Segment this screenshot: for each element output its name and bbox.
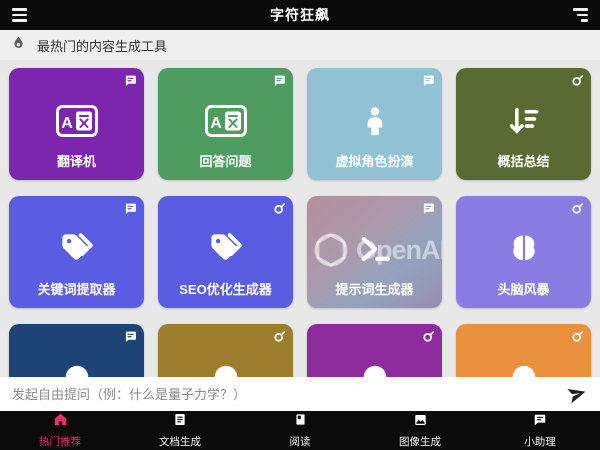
chat-badge-icon bbox=[422, 74, 435, 87]
section-header: 最热门的内容生成工具 bbox=[0, 30, 600, 60]
tool-card-2[interactable]: A 回答问题 bbox=[158, 68, 293, 180]
home-icon bbox=[53, 412, 68, 432]
book-icon bbox=[294, 412, 307, 432]
nav-label: 阅读 bbox=[290, 434, 311, 449]
nav-item-document[interactable]: 文档生成 bbox=[120, 411, 240, 450]
composer-bar bbox=[0, 377, 600, 411]
send-icon[interactable] bbox=[566, 383, 588, 405]
nav-label: 小助理 bbox=[524, 434, 556, 449]
sort-menu-icon[interactable] bbox=[573, 8, 588, 21]
alpha-badge-icon bbox=[273, 330, 286, 343]
hamburger-menu-icon[interactable] bbox=[12, 8, 27, 21]
tool-card-5[interactable]: 关键词提取器 bbox=[9, 196, 144, 308]
tool-card-8[interactable]: 头脑风暴 bbox=[456, 196, 591, 308]
chat-badge-icon bbox=[422, 202, 435, 215]
nav-item-home[interactable]: 热门推荐 bbox=[0, 411, 120, 450]
tool-card-1[interactable]: A 翻译机 bbox=[9, 68, 144, 180]
alpha-badge-icon bbox=[571, 202, 584, 215]
alpha-badge-icon bbox=[422, 330, 435, 343]
tool-card-title: 概括总结 bbox=[458, 151, 589, 170]
tool-card-7[interactable]: OpenAI提示词生成器 bbox=[307, 196, 442, 308]
nav-label: 热门推荐 bbox=[39, 434, 81, 449]
tool-card-title: 虚拟角色扮演 bbox=[309, 151, 440, 170]
app-root: 字符狂飙 最热门的内容生成工具 A 翻译机 A 回答问题虚拟角色扮演概括总结关键词提取… bbox=[0, 0, 600, 450]
bottom-nav: 热门推荐 文档生成 阅读 图像生成 小助理 bbox=[0, 411, 600, 450]
tool-card-title: 关键词提取器 bbox=[11, 279, 142, 298]
translate-icon: A bbox=[9, 90, 144, 152]
svg-text:A: A bbox=[61, 115, 73, 132]
tags-icon bbox=[9, 218, 144, 280]
tool-card-title: 翻译机 bbox=[11, 151, 142, 170]
flame-icon bbox=[11, 35, 26, 56]
chat-badge-icon bbox=[124, 74, 137, 87]
image-icon bbox=[413, 413, 428, 432]
nav-label: 图像生成 bbox=[399, 434, 441, 449]
tool-card-title: 头脑风暴 bbox=[458, 279, 589, 298]
alpha-badge-icon bbox=[571, 74, 584, 87]
document-icon bbox=[173, 412, 187, 432]
chat-badge-icon bbox=[124, 330, 137, 343]
question-input[interactable] bbox=[12, 387, 566, 402]
nav-item-image[interactable]: 图像生成 bbox=[360, 411, 480, 450]
nav-label: 文档生成 bbox=[159, 434, 201, 449]
translate-icon: A bbox=[158, 90, 293, 152]
person-icon bbox=[307, 90, 442, 152]
app-title: 字符狂飙 bbox=[0, 5, 600, 25]
alpha-badge-icon bbox=[273, 202, 286, 215]
alpha-badge-icon bbox=[571, 330, 584, 343]
tool-card-title: 回答问题 bbox=[160, 151, 291, 170]
section-title: 最热门的内容生成工具 bbox=[37, 36, 167, 55]
brain-icon bbox=[456, 218, 591, 280]
nav-item-assistant[interactable]: 小助理 bbox=[480, 411, 600, 450]
chat-badge-icon bbox=[124, 202, 137, 215]
tool-card-title: 提示词生成器 bbox=[309, 279, 440, 298]
chat-badge-icon bbox=[273, 74, 286, 87]
tool-card-title: SEO优化生成器 bbox=[160, 279, 291, 298]
svg-text:A: A bbox=[210, 115, 222, 132]
tool-card-3[interactable]: 虚拟角色扮演 bbox=[307, 68, 442, 180]
assistant-icon bbox=[533, 413, 547, 432]
top-bar: 字符狂飙 bbox=[0, 0, 600, 30]
tool-card-6[interactable]: SEO优化生成器 bbox=[158, 196, 293, 308]
nav-item-book[interactable]: 阅读 bbox=[240, 411, 360, 450]
tags-icon bbox=[158, 218, 293, 280]
terminal-icon bbox=[307, 218, 442, 280]
summarize-icon bbox=[456, 90, 591, 152]
tool-card-4[interactable]: 概括总结 bbox=[456, 68, 591, 180]
